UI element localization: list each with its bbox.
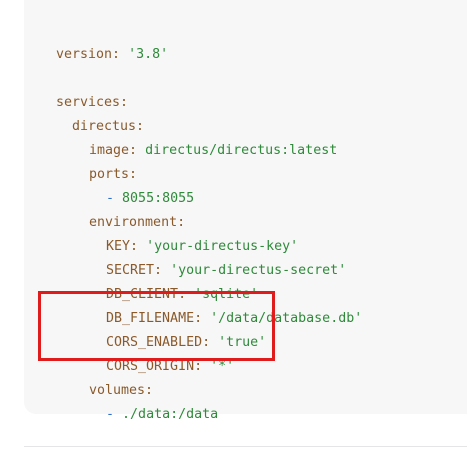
- yaml-value: directus/directus:latest: [145, 143, 338, 158]
- code-line-environment: environment:: [73, 187, 185, 230]
- yaml-value: ./data:/data: [122, 407, 219, 422]
- code-line-db-client: DB_CLIENT: 'sqlite': [90, 259, 258, 302]
- code-line-volumes: volumes:: [73, 355, 153, 398]
- list-dash: -: [106, 407, 115, 422]
- code-line-ports: ports:: [73, 139, 137, 182]
- code-line-secret: SECRET: 'your-directus-secret': [90, 235, 346, 278]
- yaml-value: '*': [210, 359, 235, 374]
- yaml-value: '3.8': [128, 47, 169, 62]
- code-line-version: version: '3.8': [40, 19, 168, 62]
- code-line-cors-enabled: CORS_ENABLED: 'true': [90, 307, 266, 350]
- code-line-volume-value: - ./data:/data: [90, 379, 218, 422]
- divider: [24, 446, 467, 447]
- code-line-db-filename: DB_FILENAME: '/data/database.db': [90, 283, 362, 326]
- yaml-key: version:: [56, 47, 121, 62]
- code-line-services: services:: [40, 67, 128, 110]
- code-line-port-value: - 8055:8055: [90, 163, 194, 206]
- code-line-key: KEY: 'your-directus-key': [90, 211, 298, 254]
- code-line-image: image: directus/directus:latest: [73, 115, 337, 158]
- code-line-directus: directus:: [56, 91, 144, 134]
- code-line-cors-origin: CORS_ORIGIN: '*': [90, 331, 234, 374]
